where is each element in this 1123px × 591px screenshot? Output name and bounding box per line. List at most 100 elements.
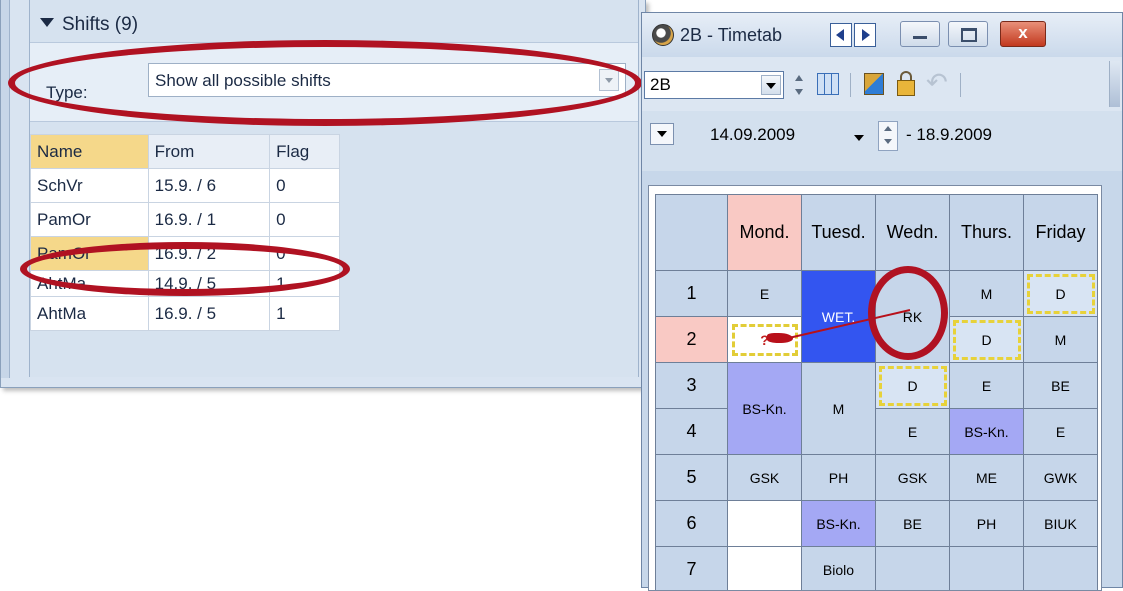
table-row[interactable]: AhtMa 16.9. / 5 1 xyxy=(31,297,340,331)
grid-corner xyxy=(656,195,728,271)
lesson-cell-shift-option[interactable]: D xyxy=(950,317,1024,363)
lock-icon[interactable] xyxy=(892,69,920,99)
toolbar-separator xyxy=(850,73,851,97)
lesson-cell[interactable]: E xyxy=(876,409,950,455)
next-icon[interactable] xyxy=(854,23,876,47)
toolbar-overflow-icon[interactable] xyxy=(1109,61,1120,107)
lesson-cell[interactable]: BE xyxy=(1024,363,1098,409)
cell-name: AhtMa xyxy=(31,271,149,297)
close-button[interactable]: x xyxy=(1000,21,1046,47)
minimize-button[interactable] xyxy=(900,21,940,47)
cell-from: 16.9. / 5 xyxy=(148,297,270,331)
day-header-thursday[interactable]: Thurs. xyxy=(950,195,1024,271)
chevron-down-icon[interactable] xyxy=(761,75,781,95)
table-row-selected[interactable]: PamOr 16.9. / 2 0 xyxy=(31,237,340,271)
period-label: 1 xyxy=(656,271,728,317)
day-header-row: Mond. Tuesd. Wedn. Thurs. Friday xyxy=(656,195,1098,271)
timetable-window: 2B - Timetab x 2B 14.09.2009 - 18.9.2009 xyxy=(641,12,1123,588)
lesson-cell-target[interactable]: RK xyxy=(876,271,950,363)
lesson-cell[interactable]: PH xyxy=(950,501,1024,547)
shifts-title: Shifts (9) xyxy=(62,14,138,35)
lesson-cell[interactable] xyxy=(876,547,950,591)
maximize-button[interactable] xyxy=(948,21,988,47)
cell-flag: 1 xyxy=(270,297,340,331)
window-title: 2B - Timetab xyxy=(680,25,828,46)
cell-name: PamOr xyxy=(31,203,149,237)
lesson-cell-conflict[interactable]: ? xyxy=(728,317,802,363)
lesson-cell[interactable]: Biolo xyxy=(802,547,876,591)
class-select[interactable]: 2B xyxy=(644,71,784,99)
period-row-6: 6 BS-Kn. BE PH BIUK xyxy=(656,501,1098,547)
grid-view-icon[interactable] xyxy=(814,69,842,99)
cell-from: 15.9. / 6 xyxy=(148,169,270,203)
lesson-cell[interactable]: M xyxy=(1024,317,1098,363)
lesson-cell[interactable]: BE xyxy=(876,501,950,547)
cell-name: AhtMa xyxy=(31,297,149,331)
type-dropdown-value: Show all possible shifts xyxy=(155,71,331,91)
column-header-from[interactable]: From xyxy=(148,135,270,169)
cell-flag: 1 xyxy=(270,271,340,297)
column-header-name[interactable]: Name xyxy=(31,135,149,169)
lesson-cell[interactable]: GSK xyxy=(728,455,802,501)
type-dropdown[interactable]: Show all possible shifts xyxy=(148,63,626,97)
lesson-cell[interactable]: ME xyxy=(950,455,1024,501)
toolbar-separator xyxy=(960,73,961,97)
period-row-7: 7 Biolo xyxy=(656,547,1098,591)
lesson-cell[interactable]: E xyxy=(950,363,1024,409)
lesson-cell-shift-option[interactable]: D xyxy=(1024,271,1098,317)
conflict-chip[interactable]: ? xyxy=(732,324,798,356)
table-row[interactable]: AhtMa 14.9. / 5 1 xyxy=(31,271,340,297)
title-bar[interactable]: 2B - Timetab x xyxy=(642,13,1122,57)
lesson-cell[interactable] xyxy=(1024,547,1098,591)
table-row[interactable]: PamOr 16.9. / 1 0 xyxy=(31,203,340,237)
day-header-friday[interactable]: Friday xyxy=(1024,195,1098,271)
day-header-tuesday[interactable]: Tuesd. xyxy=(802,195,876,271)
period-label: 4 xyxy=(656,409,728,455)
cell-name: SchVr xyxy=(31,169,149,203)
lesson-cell[interactable]: PH xyxy=(802,455,876,501)
undo-icon[interactable] xyxy=(924,69,952,99)
date-spinner-icon[interactable] xyxy=(878,121,898,151)
lesson-cell[interactable] xyxy=(950,547,1024,591)
lesson-cell[interactable]: BIUK xyxy=(1024,501,1098,547)
cell-from: 14.9. / 5 xyxy=(148,271,270,297)
chevron-down-icon[interactable] xyxy=(599,69,619,91)
lesson-cell[interactable]: WET. xyxy=(802,271,876,363)
type-filter-row: Type: Show all possible shifts xyxy=(30,42,638,122)
export-icon[interactable] xyxy=(860,69,888,99)
shifts-panel: Shifts (9) Type: Show all possible shift… xyxy=(0,0,646,388)
shifts-section-header[interactable]: Shifts (9) xyxy=(40,14,138,36)
lesson-cell[interactable]: E xyxy=(728,271,802,317)
lesson-cell[interactable]: M xyxy=(950,271,1024,317)
shifts-panel-body: Shifts (9) Type: Show all possible shift… xyxy=(29,0,639,377)
type-label: Type: xyxy=(46,83,88,103)
cell-flag: 0 xyxy=(270,237,340,271)
date-from-picker[interactable]: 14.09.2009 xyxy=(710,125,795,145)
day-header-wednesday[interactable]: Wedn. xyxy=(876,195,950,271)
lesson-cell[interactable]: E xyxy=(1024,409,1098,455)
panel-edge xyxy=(1,0,10,378)
lesson-cell-shift-option[interactable]: D xyxy=(876,363,950,409)
lesson-cell[interactable]: GWK xyxy=(1024,455,1098,501)
lesson-cell[interactable]: GSK xyxy=(876,455,950,501)
expand-options-button[interactable] xyxy=(650,123,674,145)
lesson-cell[interactable] xyxy=(728,501,802,547)
table-row[interactable]: SchVr 15.9. / 6 0 xyxy=(31,169,340,203)
date-bar: 14.09.2009 - 18.9.2009 xyxy=(642,111,1122,171)
previous-icon[interactable] xyxy=(830,23,852,47)
close-icon: x xyxy=(1001,23,1045,43)
cell-flag: 0 xyxy=(270,169,340,203)
class-select-value: 2B xyxy=(650,75,671,95)
lesson-cell[interactable]: BS-Kn. xyxy=(728,363,802,455)
lesson-cell[interactable]: BS-Kn. xyxy=(802,501,876,547)
period-label: 7 xyxy=(656,547,728,591)
lesson-cell[interactable]: M xyxy=(802,363,876,455)
lesson-cell[interactable] xyxy=(728,547,802,591)
column-header-flag[interactable]: Flag xyxy=(270,135,340,169)
spin-arrows-icon[interactable] xyxy=(792,73,806,99)
lesson-cell[interactable]: BS-Kn. xyxy=(950,409,1024,455)
collapse-triangle-icon[interactable] xyxy=(40,18,54,27)
day-header-monday[interactable]: Mond. xyxy=(728,195,802,271)
chevron-down-icon[interactable] xyxy=(854,135,864,141)
timetable-grid: Mond. Tuesd. Wedn. Thurs. Friday 1 E WET… xyxy=(655,194,1098,591)
